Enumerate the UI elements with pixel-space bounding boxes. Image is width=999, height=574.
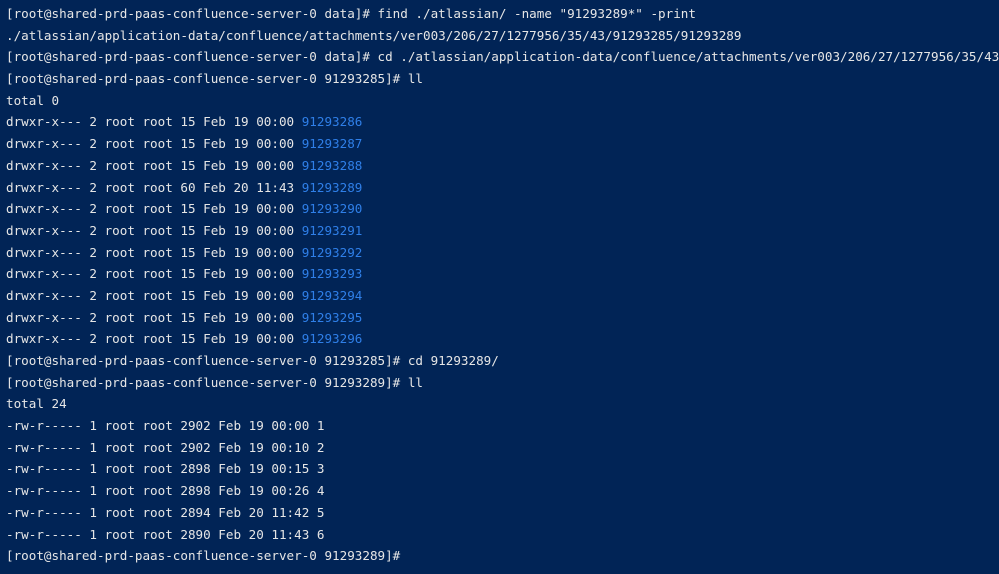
terminal-window[interactable]: [root@shared-prd-paas-confluence-server-…	[0, 0, 999, 574]
directory-name: 91293289	[301, 179, 363, 195]
terminal-line: drwxr-x--- 2 root root 15 Feb 19 00:00 9…	[6, 111, 999, 133]
terminal-line: drwxr-x--- 2 root root 60 Feb 20 11:43 9…	[6, 177, 999, 199]
terminal-line: [root@shared-prd-paas-confluence-server-…	[6, 350, 999, 372]
terminal-line-text: [root@shared-prd-paas-confluence-server-…	[6, 374, 424, 390]
terminal-line-text: total 0	[6, 92, 60, 108]
terminal-line-text: [root@shared-prd-paas-confluence-server-…	[6, 71, 424, 87]
terminal-line-text: drwxr-x--- 2 root root 60 Feb 20 11:43	[6, 179, 302, 195]
terminal-line-text: drwxr-x--- 2 root root 15 Feb 19 00:00	[6, 136, 302, 152]
directory-name: 91293287	[301, 136, 363, 152]
terminal-line-text: drwxr-x--- 2 root root 15 Feb 19 00:00	[6, 331, 302, 347]
terminal-line: total 0	[6, 90, 999, 112]
terminal-line: [root@shared-prd-paas-confluence-server-…	[6, 3, 999, 25]
terminal-line: [root@shared-prd-paas-confluence-server-…	[6, 68, 999, 90]
terminal-line: -rw-r----- 1 root root 2902 Feb 19 00:10…	[6, 437, 999, 459]
terminal-line: drwxr-x--- 2 root root 15 Feb 19 00:00 9…	[6, 307, 999, 329]
terminal-line-text: drwxr-x--- 2 root root 15 Feb 19 00:00	[6, 309, 302, 325]
terminal-line: -rw-r----- 1 root root 2898 Feb 19 00:15…	[6, 458, 999, 480]
terminal-line-text: drwxr-x--- 2 root root 15 Feb 19 00:00	[6, 157, 302, 173]
terminal-line-text: drwxr-x--- 2 root root 15 Feb 19 00:00	[6, 222, 302, 238]
directory-name: 91293294	[301, 287, 363, 303]
terminal-line: -rw-r----- 1 root root 2894 Feb 20 11:42…	[6, 502, 999, 524]
directory-name: 91293293	[301, 266, 363, 282]
terminal-line: -rw-r----- 1 root root 2902 Feb 19 00:00…	[6, 415, 999, 437]
terminal-line-text: [root@shared-prd-paas-confluence-server-…	[6, 49, 999, 65]
terminal-line-text: -rw-r----- 1 root root 2898 Feb 19 00:15…	[6, 461, 325, 477]
terminal-line: drwxr-x--- 2 root root 15 Feb 19 00:00 9…	[6, 263, 999, 285]
terminal-line: [root@shared-prd-paas-confluence-server-…	[6, 46, 999, 68]
terminal-line-text: [root@shared-prd-paas-confluence-server-…	[6, 353, 499, 368]
directory-name: 91293295	[301, 309, 363, 325]
terminal-line: ./atlassian/application-data/confluence/…	[6, 25, 999, 47]
terminal-line-text: -rw-r----- 1 root root 2890 Feb 20 11:43…	[6, 526, 325, 542]
terminal-line-text: -rw-r----- 1 root root 2902 Feb 19 00:00…	[6, 418, 325, 434]
terminal-line: drwxr-x--- 2 root root 15 Feb 19 00:00 9…	[6, 133, 999, 155]
terminal-line: drwxr-x--- 2 root root 15 Feb 19 00:00 9…	[6, 285, 999, 307]
terminal-line-text: drwxr-x--- 2 root root 15 Feb 19 00:00	[6, 114, 302, 130]
directory-name: 91293286	[301, 114, 363, 130]
terminal-line: -rw-r----- 1 root root 2890 Feb 20 11:43…	[6, 524, 999, 546]
terminal-line: drwxr-x--- 2 root root 15 Feb 19 00:00 9…	[6, 198, 999, 220]
terminal-line: -rw-r----- 1 root root 2898 Feb 19 00:26…	[6, 480, 999, 502]
terminal-line-text: drwxr-x--- 2 root root 15 Feb 19 00:00	[6, 266, 302, 282]
directory-name: 91293290	[301, 201, 363, 217]
directory-name: 91293291	[301, 222, 363, 238]
directory-name: 91293296	[301, 331, 363, 347]
terminal-line: total 24	[6, 393, 999, 415]
terminal-line-text: -rw-r----- 1 root root 2894 Feb 20 11:42…	[6, 504, 325, 520]
terminal-line-text: [root@shared-prd-paas-confluence-server-…	[6, 548, 401, 564]
terminal-line-text: total 24	[6, 396, 67, 412]
terminal-line-text: drwxr-x--- 2 root root 15 Feb 19 00:00	[6, 201, 302, 217]
terminal-line: [root@shared-prd-paas-confluence-server-…	[6, 545, 999, 567]
directory-name: 91293288	[301, 157, 363, 173]
terminal-line: [root@shared-prd-paas-confluence-server-…	[6, 372, 999, 394]
terminal-line: drwxr-x--- 2 root root 15 Feb 19 00:00 9…	[6, 328, 999, 350]
terminal-line-text: ./atlassian/application-data/confluence/…	[6, 27, 742, 43]
terminal-output: [root@shared-prd-paas-confluence-server-…	[6, 3, 999, 567]
terminal-line: drwxr-x--- 2 root root 15 Feb 19 00:00 9…	[6, 242, 999, 264]
terminal-line-text: [root@shared-prd-paas-confluence-server-…	[6, 6, 696, 21]
directory-name: 91293292	[301, 244, 363, 260]
terminal-line-text: -rw-r----- 1 root root 2898 Feb 19 00:26…	[6, 483, 325, 499]
terminal-line-text: drwxr-x--- 2 root root 15 Feb 19 00:00	[6, 287, 302, 303]
terminal-line-text: drwxr-x--- 2 root root 15 Feb 19 00:00	[6, 244, 302, 260]
terminal-line-text: -rw-r----- 1 root root 2902 Feb 19 00:10…	[6, 439, 325, 455]
terminal-line: drwxr-x--- 2 root root 15 Feb 19 00:00 9…	[6, 220, 999, 242]
terminal-line: drwxr-x--- 2 root root 15 Feb 19 00:00 9…	[6, 155, 999, 177]
